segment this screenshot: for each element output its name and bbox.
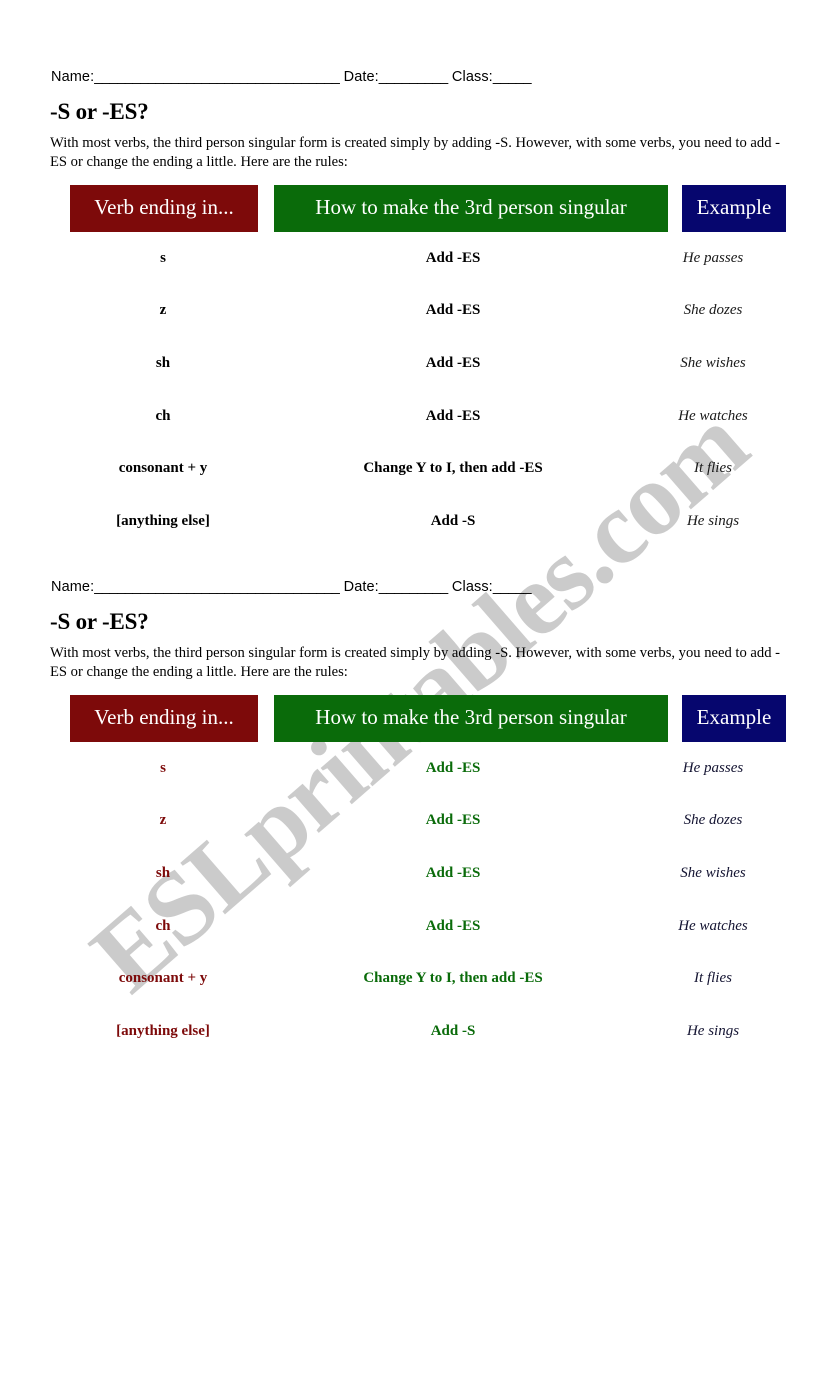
cell-verb-ending: s (160, 759, 166, 776)
table-header-row: Verb ending in... How to make the 3rd pe… (70, 695, 838, 742)
cell-example: He sings (686, 512, 740, 529)
worksheet-page: ESLprintables.com Name:_________________… (0, 0, 838, 1389)
name-date-class-line: Name:________________________________ Da… (0, 68, 838, 86)
cell-rule: Change Y to I, then add -ES (363, 460, 543, 477)
cell-example: He sings (686, 1022, 740, 1039)
class-label: Class: (451, 69, 493, 85)
intro-paragraph: With most verbs, the third person singul… (50, 645, 780, 680)
date-blank[interactable]: _________ (379, 69, 448, 85)
cell-verb-ending: z (159, 812, 167, 829)
worksheet-copy-1: Name:________________________________ Da… (0, 68, 838, 548)
header-cell-how-to-make: How to make the 3rd person singular (274, 185, 668, 232)
page-title: -S or -ES? (50, 609, 149, 634)
class-blank[interactable]: _____ (493, 69, 532, 85)
header-cell-example: Example (682, 695, 786, 742)
cell-verb-ending: ch (155, 407, 171, 424)
table-body: s Add -ES He passes z Add -ES She dozes … (0, 742, 838, 1058)
table-row: s Add -ES He passes (0, 232, 838, 285)
cell-verb-ending: [anything else] (116, 1022, 210, 1039)
class-blank[interactable]: _____ (493, 579, 532, 595)
cell-rule: Add -S (430, 512, 476, 529)
table-row: z Add -ES She dozes (0, 795, 838, 848)
cell-example: She wishes (680, 864, 746, 881)
cell-rule: Add -ES (425, 812, 481, 829)
cell-verb-ending: ch (155, 917, 171, 934)
cell-example: It flies (694, 970, 732, 987)
table-row: consonant + y Change Y to I, then add -E… (0, 442, 838, 495)
table-row: z Add -ES She dozes (0, 285, 838, 338)
cell-verb-ending: [anything else] (116, 512, 210, 529)
table-row: ch Add -ES He watches (0, 390, 838, 443)
table-row: [anything else] Add -S He sings (0, 495, 838, 548)
table-row: ch Add -ES He watches (0, 900, 838, 953)
table-body: s Add -ES He passes z Add -ES She dozes … (0, 232, 838, 548)
name-label: Name: (51, 579, 95, 595)
cell-example: He watches (678, 917, 748, 934)
name-blank[interactable]: ________________________________ (94, 69, 340, 85)
name-date-class-line: Name:________________________________ Da… (0, 578, 838, 596)
cell-verb-ending: sh (155, 354, 171, 371)
cell-rule: Add -ES (425, 354, 481, 371)
header-cell-verb-ending: Verb ending in... (70, 695, 258, 742)
table-row: [anything else] Add -S He sings (0, 1005, 838, 1058)
cell-rule: Add -ES (425, 249, 481, 266)
cell-verb-ending: consonant + y (118, 460, 208, 477)
header-cell-how-to-make: How to make the 3rd person singular (274, 695, 668, 742)
cell-rule: Add -ES (425, 302, 481, 319)
cell-verb-ending: z (159, 302, 167, 319)
table-row: sh Add -ES She wishes (0, 847, 838, 900)
cell-rule: Add -ES (425, 864, 481, 881)
table-row: consonant + y Change Y to I, then add -E… (0, 952, 838, 1005)
cell-rule: Change Y to I, then add -ES (363, 970, 543, 987)
intro-paragraph: With most verbs, the third person singul… (50, 135, 780, 170)
rules-table: Verb ending in... How to make the 3rd pe… (0, 185, 838, 548)
cell-example: It flies (694, 460, 732, 477)
worksheet-copy-2: Name:________________________________ Da… (0, 578, 838, 1058)
page-title: -S or -ES? (50, 99, 149, 124)
cell-example: She dozes (683, 812, 743, 829)
cell-verb-ending: consonant + y (118, 970, 208, 987)
date-blank[interactable]: _________ (379, 579, 448, 595)
header-cell-example: Example (682, 185, 786, 232)
header-cell-verb-ending: Verb ending in... (70, 185, 258, 232)
table-row: sh Add -ES She wishes (0, 337, 838, 390)
cell-example: He passes (682, 249, 744, 266)
name-label: Name: (51, 69, 95, 85)
cell-example: She dozes (683, 302, 743, 319)
cell-rule: Add -S (430, 1022, 476, 1039)
name-blank[interactable]: ________________________________ (94, 579, 340, 595)
cell-rule: Add -ES (425, 407, 481, 424)
date-label: Date: (343, 69, 379, 85)
class-label: Class: (451, 579, 493, 595)
cell-example: He watches (678, 407, 748, 424)
cell-example: She wishes (680, 354, 746, 371)
rules-table: Verb ending in... How to make the 3rd pe… (0, 695, 838, 1058)
table-row: s Add -ES He passes (0, 742, 838, 795)
cell-example: He passes (682, 759, 744, 776)
date-label: Date: (343, 579, 379, 595)
cell-verb-ending: sh (155, 864, 171, 881)
cell-rule: Add -ES (425, 917, 481, 934)
table-header-row: Verb ending in... How to make the 3rd pe… (70, 185, 838, 232)
cell-verb-ending: s (160, 249, 166, 266)
cell-rule: Add -ES (425, 759, 481, 776)
